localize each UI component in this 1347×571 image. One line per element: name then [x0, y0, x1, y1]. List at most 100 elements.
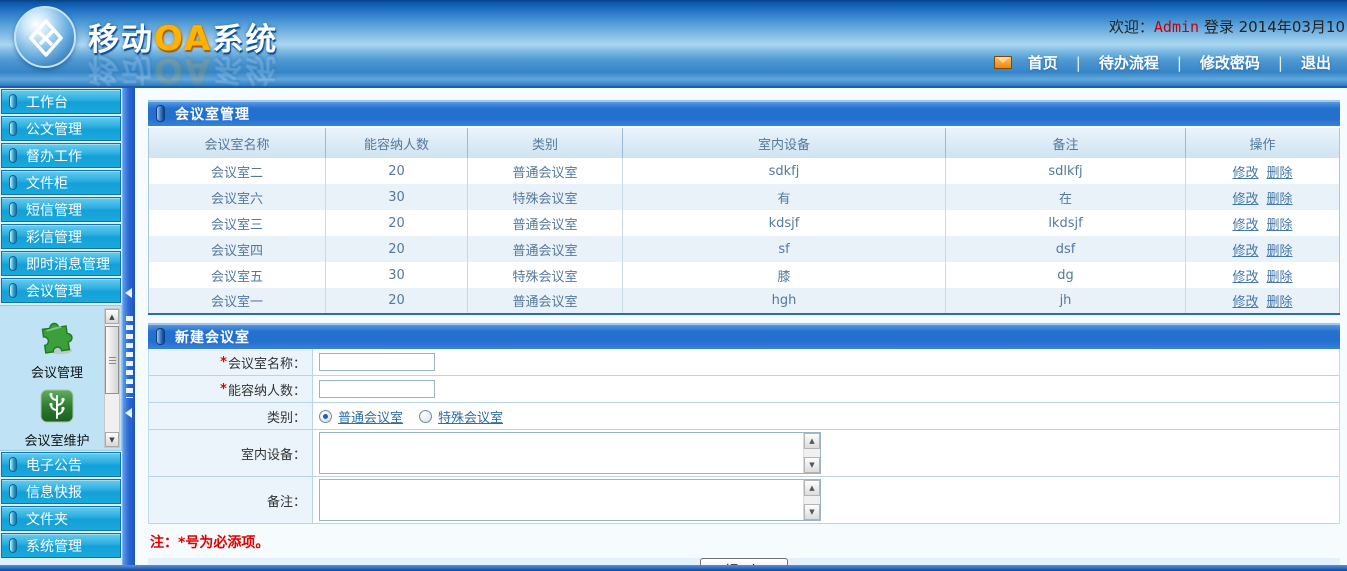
nav-change-password[interactable]: 修改密码 [1200, 52, 1260, 73]
welcome-line: 欢迎：Admin 登录 2014年03月10 [1109, 16, 1345, 37]
splitter-grip [126, 316, 133, 398]
app-header: 移动OA系统 移动OA系统 欢迎：Admin 登录 2014年03月10 首页 … [0, 0, 1347, 88]
scroll-down-icon[interactable]: ▼ [804, 504, 820, 520]
sidebar-item-e-bulletin[interactable]: 电子公告 [1, 452, 121, 477]
edit-link[interactable]: 修改 [1232, 192, 1258, 207]
table-row: 会议室三 20 普通会议室 kdsjf lkdsjf 修改删除 [149, 210, 1340, 236]
scroll-down-icon[interactable]: ▼ [804, 457, 820, 473]
menu-pill-icon [9, 202, 17, 217]
scroll-up-icon[interactable]: ▲ [804, 480, 820, 496]
new-room-panel-title: 新建会议室 [175, 327, 250, 347]
form-row-capacity: *能容纳人数： [149, 376, 1339, 403]
collapse-arrow-icon[interactable] [125, 408, 132, 418]
sidebar-module-panel: 会议管理 会议室维护 ▲ ▼ [0, 305, 122, 451]
menu-pill-icon [9, 121, 17, 136]
sidebar-item-folder[interactable]: 文件夹 [1, 506, 121, 531]
sidebar-splitter[interactable] [122, 88, 135, 565]
sidebar-item-file-cabinet[interactable]: 文件柜 [1, 170, 121, 195]
note-textarea[interactable] [320, 480, 803, 520]
col-capacity: 能容纳人数 [326, 128, 468, 158]
edit-link[interactable]: 修改 [1232, 166, 1258, 181]
menu-pill-icon [9, 175, 17, 190]
edit-link[interactable]: 修改 [1232, 244, 1258, 259]
required-asterisk: * [220, 355, 227, 370]
sidebar-item-workbench[interactable]: 工作台 [1, 89, 121, 114]
textarea-scrollbar[interactable]: ▲▼ [803, 480, 820, 520]
welcome-date: 2014年03月10 [1239, 18, 1345, 36]
edit-link[interactable]: 修改 [1232, 270, 1258, 285]
china-mobile-logo [14, 6, 76, 68]
scroll-down-icon[interactable]: ▼ [105, 432, 119, 447]
room-name-label: 会议室名称： [228, 353, 306, 372]
required-asterisk: * [220, 382, 227, 397]
menu-pill-icon [9, 511, 17, 526]
module-meeting-management[interactable]: 会议管理 [18, 316, 96, 381]
col-actions: 操作 [1186, 128, 1340, 158]
table-header-row: 会议室名称 能容纳人数 类别 室内设备 备注 操作 [149, 128, 1340, 158]
delete-link[interactable]: 删除 [1267, 244, 1293, 259]
logo-glyph [26, 18, 66, 58]
radio-normal-room[interactable] [319, 410, 332, 423]
table-row: 会议室六 30 特殊会议室 有 在 修改删除 [149, 184, 1340, 210]
table-row: 会议室五 30 特殊会议室 膝 dg 修改删除 [149, 262, 1340, 288]
rooms-panel-title: 会议室管理 [175, 104, 250, 124]
required-note: 注：*号为必添项。 [148, 524, 1340, 558]
table-row: 会议室四 20 普通会议室 sf dsf 修改删除 [149, 236, 1340, 262]
col-equipment: 室内设备 [623, 128, 946, 158]
delete-link[interactable]: 删除 [1267, 270, 1293, 285]
form-row-name: *会议室名称： [149, 349, 1339, 376]
equipment-textarea[interactable] [320, 433, 803, 473]
nav-separator: | [1076, 54, 1081, 72]
panel-pill-icon [156, 105, 165, 122]
sidebar-item-sms[interactable]: 短信管理 [1, 197, 121, 222]
nav-home[interactable]: 首页 [1028, 52, 1058, 73]
sidebar-item-mms[interactable]: 彩信管理 [1, 224, 121, 249]
panel-pill-icon [156, 328, 165, 345]
sidebar-item-system-management[interactable]: 系统管理 [1, 533, 121, 558]
menu-pill-icon [9, 484, 17, 499]
nav-logout[interactable]: 退出 [1301, 52, 1331, 73]
sidebar-item-documents[interactable]: 公文管理 [1, 116, 121, 141]
collapse-arrow-icon[interactable] [125, 288, 132, 298]
module-meeting-room-maintenance[interactable]: 会议室维护 [18, 388, 96, 449]
delete-link[interactable]: 删除 [1267, 192, 1293, 207]
sidebar-item-instant-message[interactable]: 即时消息管理 [1, 251, 121, 276]
menu-pill-icon [9, 457, 17, 472]
col-room-name: 会议室名称 [149, 128, 326, 158]
module-panel-scrollbar[interactable]: ▲ ▼ [104, 308, 120, 448]
radio-special-room[interactable] [419, 410, 432, 423]
room-name-input[interactable] [319, 353, 435, 371]
capacity-label: 能容纳人数： [228, 380, 306, 399]
form-row-equipment: 室内设备： ▲▼ [149, 430, 1339, 477]
menu-pill-icon [9, 229, 17, 244]
bottom-border-bar [0, 565, 1347, 571]
edit-link[interactable]: 修改 [1232, 218, 1258, 233]
sidebar-item-info-express[interactable]: 信息快报 [1, 479, 121, 504]
puzzle-icon [36, 316, 78, 356]
equipment-label: 室内设备： [241, 444, 306, 463]
main-content: 会议室管理 会议室名称 能容纳人数 类别 室内设备 备注 操作 会 [135, 88, 1347, 565]
sidebar-item-supervision[interactable]: 督办工作 [1, 143, 121, 168]
capacity-input[interactable] [319, 380, 435, 398]
sidebar-item-meeting-management[interactable]: 会议管理 [1, 278, 121, 303]
textarea-scrollbar[interactable]: ▲▼ [803, 433, 820, 473]
scroll-up-icon[interactable]: ▲ [804, 433, 820, 449]
plant-icon [38, 388, 76, 424]
radio-special-room-label[interactable]: 特殊会议室 [438, 407, 503, 426]
table-row: 会议室一 20 普通会议室 hgh jh 修改删除 [149, 288, 1340, 314]
new-room-form: *会议室名称： *能容纳人数： 类别： 普通会议室 特殊会议室 室内设备： [148, 349, 1340, 524]
scroll-up-icon[interactable]: ▲ [105, 309, 119, 324]
nav-pending-flows[interactable]: 待办流程 [1099, 52, 1159, 73]
radio-normal-room-label[interactable]: 普通会议室 [338, 407, 403, 426]
edit-link[interactable]: 修改 [1232, 295, 1258, 310]
module-label: 会议室维护 [18, 430, 96, 449]
menu-pill-icon [9, 283, 17, 298]
delete-link[interactable]: 删除 [1267, 218, 1293, 233]
new-room-panel-header: 新建会议室 [148, 323, 1340, 349]
delete-link[interactable]: 删除 [1267, 166, 1293, 181]
scrollbar-thumb[interactable] [105, 326, 119, 394]
form-row-note: 备注： ▲▼ [149, 477, 1339, 524]
delete-link[interactable]: 删除 [1267, 295, 1293, 310]
menu-pill-icon [9, 148, 17, 163]
nav-separator: | [1278, 54, 1283, 72]
